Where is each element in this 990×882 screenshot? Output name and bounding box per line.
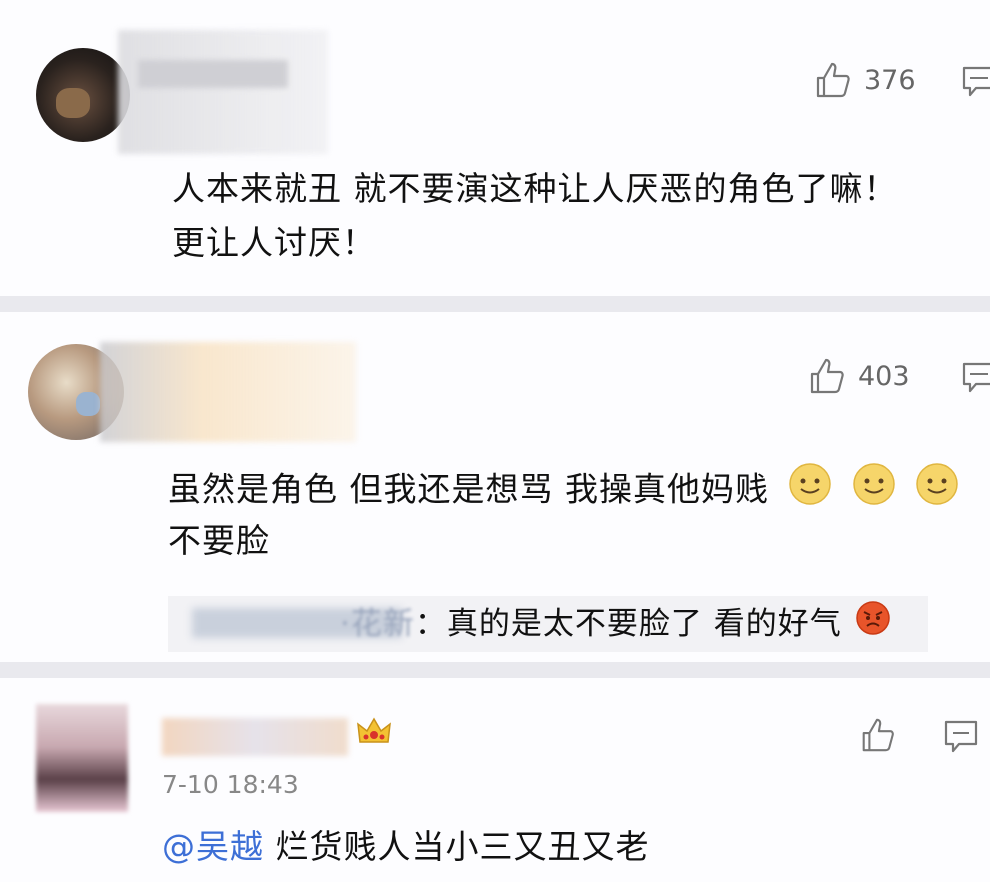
comment-text-line: 人本来就丑 就不要演这种让人厌恶的角色了嘛！ (172, 169, 898, 208)
avatar[interactable] (36, 704, 128, 812)
like-button[interactable] (858, 716, 896, 754)
username-blurred[interactable] (100, 342, 356, 442)
like-button[interactable]: 403 (806, 356, 910, 396)
thumbs-up-icon (810, 358, 844, 394)
reply-name-fragment: ·花新 (340, 606, 415, 642)
reply-button[interactable] (962, 360, 990, 398)
smile-emoji (788, 462, 832, 520)
comment-icon (962, 66, 990, 97)
reply-text: ·花新：真的是太不要脸了 看的好气 (340, 599, 891, 651)
comment-text-line: 不要脸 (168, 521, 270, 560)
comment-time: 7-10 18:43 (162, 770, 299, 799)
mention-link[interactable]: @吴越 (162, 827, 264, 866)
smile-emoji (915, 462, 959, 520)
comment-text-line: 虽然是角色 但我还是想骂 我操真他妈贱 (168, 462, 959, 520)
comment-text-part: 烂货贱人当小三又丑又老 (264, 827, 650, 866)
reply-preview[interactable]: ·花新：真的是太不要脸了 看的好气 (168, 596, 928, 652)
comment-text-part: 虽然是角色 但我还是想骂 我操真他妈贱 (168, 469, 769, 509)
smile-emoji (852, 462, 896, 520)
username-blurred[interactable] (162, 718, 348, 756)
comment-card: 376 人本来就丑 就不要演这种让人厌恶的角色了嘛！ 更让人讨厌！ (0, 0, 990, 296)
crown-badge (356, 714, 392, 754)
like-button[interactable]: 376 (812, 60, 916, 100)
comment-text-line: 更让人讨厌！ (172, 223, 376, 262)
reply-button[interactable] (962, 64, 990, 102)
thumbs-up-icon (862, 718, 894, 752)
like-count: 376 (864, 64, 916, 96)
thumbs-up-icon (816, 62, 850, 98)
comment-card: 403 虽然是角色 但我还是想骂 我操真他妈贱 不要脸 ·花新：真的是太不要脸了… (0, 312, 990, 662)
like-count: 403 (858, 360, 910, 392)
avatar[interactable] (36, 48, 130, 142)
reply-body: ：真的是太不要脸了 看的好气 (414, 606, 842, 642)
angry-emoji (855, 600, 891, 651)
comment-icon (944, 720, 978, 753)
username-blurred[interactable] (118, 30, 328, 154)
comment-icon (962, 362, 990, 393)
comment-text-line: @吴越 烂货贱人当小三又丑又老 (162, 822, 650, 872)
comment-card: 7-10 18:43 @吴越 烂货贱人当小三又丑又老 (0, 678, 990, 882)
reply-button[interactable] (944, 718, 978, 758)
